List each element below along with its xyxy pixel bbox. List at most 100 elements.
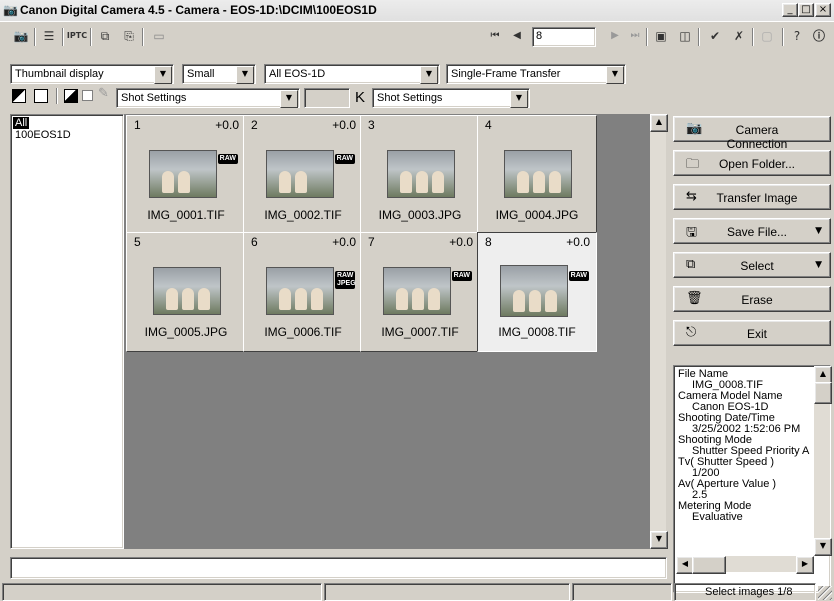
folder-tree[interactable]: All 100EOS1D [10, 114, 124, 549]
scroll-down-icon[interactable]: ▼ [650, 531, 668, 549]
eyedropper-icon[interactable]: ✎ [98, 86, 109, 101]
exposure-comp: +0.0 [332, 235, 356, 249]
transfer-image-label: Transfer Image [716, 191, 798, 205]
prev-icon[interactable]: ◀ [506, 27, 528, 47]
thumbnail-grid[interactable]: 1 +0.0 RAW IMG_0001.TIF 2 +0.0 RAW IMG_0… [124, 114, 650, 549]
chevron-down-icon: ▼ [236, 66, 254, 84]
transfer-mode-select[interactable]: Single-Frame Transfer ▼ [446, 64, 626, 84]
thumbnail[interactable]: 4 IMG_0004.JPG [477, 115, 597, 235]
file-name: IMG_0007.TIF [381, 325, 459, 339]
close-button[interactable]: × [815, 3, 831, 17]
image-info-panel: File Name IMG_0008.TIF Camera Model Name… [673, 365, 832, 593]
camera-filter-select[interactable]: All EOS-1D ▼ [264, 64, 440, 84]
first-icon[interactable]: ⏮ [484, 27, 506, 47]
help-icon[interactable]: ? [786, 27, 808, 47]
thumbnail-number: 4 [485, 118, 492, 132]
open-folder-button[interactable]: 🗀 Open Folder... [673, 150, 831, 176]
iptc-icon[interactable]: IPTC [66, 27, 88, 47]
scroll-down-icon[interactable]: ▼ [814, 538, 832, 556]
thumbnail[interactable]: 2 +0.0 RAW IMG_0002.TIF [243, 115, 363, 235]
display-mode-select[interactable]: Thumbnail display ▼ [10, 64, 174, 84]
thumbnail[interactable]: 5 IMG_0005.JPG [126, 232, 246, 352]
curve-icon[interactable] [34, 89, 48, 103]
uncheck-icon[interactable]: ✗ [728, 27, 750, 47]
file-name: IMG_0002.TIF [264, 208, 342, 222]
scroll-right-icon[interactable]: ▶ [796, 556, 814, 574]
kelvin-input[interactable] [304, 88, 350, 108]
camera-settings-icon[interactable]: 📷 [10, 27, 32, 47]
thumbnail-image [500, 265, 568, 317]
window-title: Canon Digital Camera 4.5 - Camera - EOS-… [20, 3, 377, 17]
view1-icon[interactable]: ▣ [650, 27, 672, 47]
toolbar-separator [752, 28, 754, 46]
scroll-thumb[interactable] [814, 382, 832, 404]
exit-button[interactable]: ⎋ Exit [673, 320, 831, 346]
minimize-button[interactable]: _ [782, 3, 798, 17]
thumbnail-number: 5 [134, 235, 141, 249]
scroll-thumb[interactable] [692, 556, 726, 574]
resize-grip-icon[interactable] [818, 586, 832, 600]
save-file-button[interactable]: 🖫 Save File... ▼ [673, 218, 831, 244]
camera-filter-value: All EOS-1D [269, 68, 326, 80]
chevron-down-icon: ▼ [815, 226, 822, 236]
last-icon[interactable]: ⏭ [624, 27, 646, 47]
exposure-icon[interactable] [12, 89, 26, 103]
size-select[interactable]: Small ▼ [182, 64, 256, 84]
erase-icon: 🗑 [686, 291, 703, 306]
disabled-icon: ▢ [761, 29, 773, 43]
info-icon[interactable]: ⓘ [808, 27, 830, 47]
image-icon[interactable]: ▭ [148, 27, 170, 47]
properties-icon[interactable]: ☰ [38, 27, 60, 47]
kelvin-label: K [355, 89, 366, 106]
exit-icon: ⎋ [686, 325, 697, 340]
exposure-comp: +0.0 [215, 118, 239, 132]
toolbar-separator [56, 88, 58, 104]
thumbnail-selected[interactable]: 8 +0.0 RAW IMG_0008.TIF [477, 232, 597, 352]
thumbnail-number: 3 [368, 118, 375, 132]
erase-label: Erase [741, 293, 773, 307]
white-balance-icon[interactable] [64, 89, 78, 103]
tree-item-all[interactable]: All [13, 117, 30, 129]
save-icon: 🖫 [686, 225, 698, 240]
file-name: IMG_0006.TIF [264, 325, 342, 339]
tree-item-100eos1d[interactable]: 100EOS1D [13, 129, 73, 141]
file-name: IMG_0004.JPG [495, 208, 579, 222]
paste-icon[interactable]: ⎘ [118, 27, 140, 47]
white-balance-checkbox[interactable] [82, 90, 93, 101]
raw-badge: RAW [217, 154, 238, 164]
thumbnail[interactable]: 1 +0.0 RAW IMG_0001.TIF [126, 115, 246, 235]
thumbnail[interactable]: 3 IMG_0003.JPG [360, 115, 480, 235]
next-icon[interactable]: ▶ [604, 27, 626, 47]
status-message: Select images 1/8 [705, 586, 793, 598]
camera-connection-button[interactable]: 📷 Camera Connection [673, 116, 831, 151]
shot-settings-right-select[interactable]: Shot Settings ▼ [372, 88, 530, 108]
maximize-button[interactable]: □ [798, 3, 814, 17]
status-field [324, 583, 570, 601]
chevron-down-icon: ▼ [510, 90, 528, 108]
transfer-icon: ⇆ [686, 189, 697, 204]
transfer-image-button[interactable]: ⇆ Transfer Image [673, 184, 831, 210]
info-scrollbar[interactable]: ▲ ▼ [814, 366, 832, 556]
view2-icon[interactable]: ◫ [674, 27, 696, 47]
erase-button[interactable]: 🗑 Erase [673, 286, 831, 312]
select-label: Select [740, 259, 774, 273]
shot-settings-left-select[interactable]: Shot Settings ▼ [116, 88, 300, 108]
select-icon: ⧉ [686, 257, 696, 272]
check-icon[interactable]: ✔ [704, 27, 726, 47]
thumbnail-number: 8 [485, 235, 492, 249]
status-field [2, 583, 322, 601]
grid-scrollbar[interactable]: ▲ ▼ [650, 114, 668, 549]
app-icon: 📷 [3, 3, 18, 17]
thumbnail[interactable]: 7 +0.0 RAW IMG_0007.TIF [360, 232, 480, 352]
transfer-mode-value: Single-Frame Transfer [451, 68, 561, 80]
info-hscrollbar[interactable]: ◀ ▶ [676, 556, 814, 574]
exposure-comp: +0.0 [332, 118, 356, 132]
scroll-up-icon[interactable]: ▲ [650, 114, 668, 132]
frame-number-value: 8 [536, 30, 543, 42]
thumbnail[interactable]: 6 +0.0 RAW JPEG IMG_0006.TIF [243, 232, 363, 352]
select-button[interactable]: ⧉ Select ▼ [673, 252, 831, 278]
toolbar-separator [646, 28, 648, 46]
copy-icon[interactable]: ⧉ [94, 27, 116, 47]
display-mode-value: Thumbnail display [15, 68, 104, 80]
frame-number-input[interactable]: 8 [532, 27, 596, 47]
